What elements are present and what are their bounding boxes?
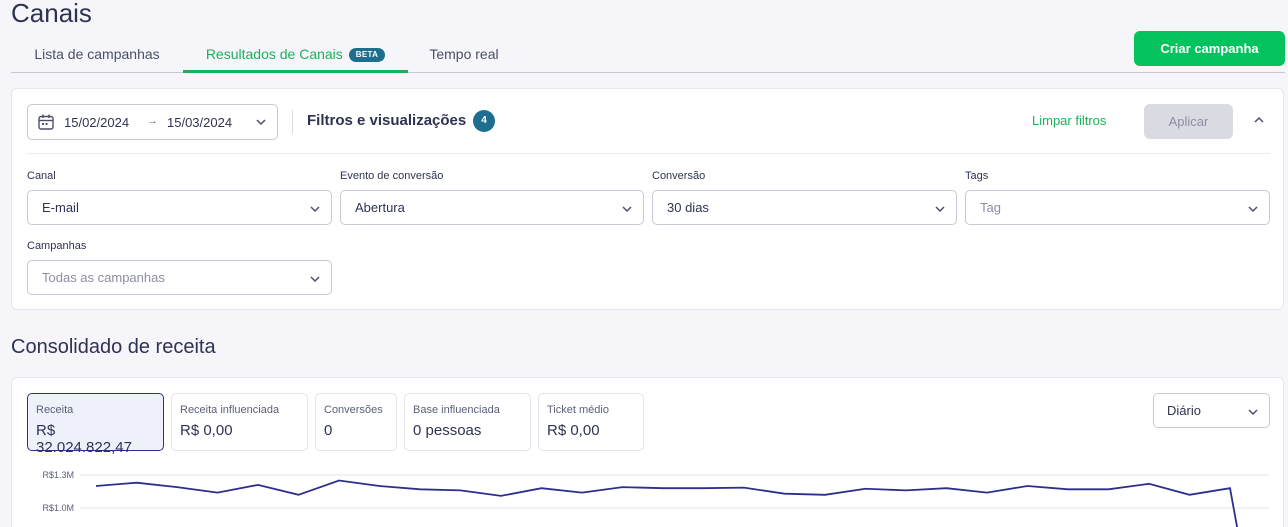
- metric-conversions[interactable]: Conversões 0: [315, 393, 397, 451]
- section-title: Consolidado de receita: [11, 336, 216, 358]
- tab-channel-results[interactable]: Resultados de Canais BETA: [183, 40, 408, 73]
- revenue-line-chart: R$1.3M R$1.0M: [42, 470, 1269, 527]
- metric-value: R$ 0,00: [180, 422, 233, 439]
- channel-value: E-mail: [42, 200, 79, 215]
- metric-value: R$ 0,00: [547, 422, 600, 439]
- clear-filters-link[interactable]: Limpar filtros: [1032, 113, 1106, 128]
- filters-card: 15/02/2024 → 15/03/2024 Filtros e visual…: [11, 88, 1284, 310]
- tab-real-time[interactable]: Tempo real: [408, 40, 520, 73]
- conversion-label: Conversão: [652, 170, 706, 182]
- tab-campaign-list[interactable]: Lista de campanhas: [11, 40, 183, 73]
- conversion-event-value: Abertura: [355, 200, 405, 215]
- metric-value: 0 pessoas: [413, 422, 482, 439]
- divider: [292, 110, 293, 134]
- chevron-down-icon: [310, 276, 320, 283]
- date-end: 15/03/2024: [167, 115, 233, 130]
- conversion-value: 30 dias: [667, 200, 709, 215]
- chevron-down-icon: [256, 119, 266, 126]
- metric-label: Receita: [36, 404, 74, 416]
- revenue-series-line: [95, 479, 1238, 527]
- tags-label: Tags: [965, 170, 989, 182]
- campaigns-select[interactable]: Todas as campanhas: [27, 260, 332, 295]
- metric-influenced-base[interactable]: Base influenciada 0 pessoas: [404, 393, 531, 451]
- campaigns-label: Campanhas: [27, 240, 87, 252]
- date-range-picker[interactable]: 15/02/2024 → 15/03/2024: [27, 104, 278, 140]
- metric-average-ticket[interactable]: Ticket médio R$ 0,00: [538, 393, 644, 451]
- tags-placeholder: Tag: [980, 200, 1001, 215]
- campaigns-placeholder: Todas as campanhas: [42, 270, 165, 285]
- tab-label: Tempo real: [429, 46, 499, 62]
- metric-label: Conversões: [324, 404, 383, 416]
- calendar-icon: [38, 114, 54, 130]
- metric-label: Receita influenciada: [180, 404, 280, 416]
- conversion-event-label: Evento de conversão: [340, 170, 444, 182]
- tab-bar: Lista de campanhas Resultados de Canais B…: [11, 40, 1285, 73]
- period-select[interactable]: Diário: [1153, 393, 1270, 428]
- metric-revenue[interactable]: Receita R$ 32.024.822,47: [27, 393, 164, 456]
- filters-count-badge: 4: [473, 110, 495, 132]
- tab-label: Resultados de Canais: [205, 46, 343, 62]
- beta-badge: BETA: [348, 48, 386, 62]
- arrow-right-icon: →: [147, 115, 158, 127]
- chevron-down-icon: [622, 206, 632, 213]
- metric-label: Ticket médio: [547, 404, 609, 416]
- y-tick-label: R$1.0M: [42, 503, 74, 513]
- period-value: Diário: [1167, 403, 1201, 418]
- metric-influenced-revenue[interactable]: Receita influenciada R$ 0,00: [171, 393, 308, 451]
- conversion-select[interactable]: 30 dias: [652, 190, 957, 225]
- create-campaign-button[interactable]: Criar campanha: [1134, 31, 1285, 66]
- y-tick-label: R$1.3M: [42, 470, 74, 480]
- chevron-down-icon: [310, 206, 320, 213]
- page-title: Canais: [11, 0, 92, 28]
- date-start: 15/02/2024: [64, 115, 130, 130]
- chevron-down-icon: [1248, 206, 1258, 213]
- apply-button[interactable]: Aplicar: [1144, 104, 1233, 139]
- divider: [27, 153, 1270, 154]
- metric-value: 0: [324, 422, 333, 439]
- chevron-down-icon: [935, 206, 945, 213]
- revenue-card: Receita R$ 32.024.822,47 Receita influen…: [11, 377, 1284, 527]
- metric-label: Base influenciada: [413, 404, 500, 416]
- chevron-down-icon: [1248, 409, 1258, 416]
- tags-select[interactable]: Tag: [965, 190, 1270, 225]
- conversion-event-select[interactable]: Abertura: [340, 190, 644, 225]
- chevron-up-icon[interactable]: [1252, 113, 1266, 127]
- filters-title: Filtros e visualizações: [307, 112, 467, 129]
- tab-label: Lista de campanhas: [34, 46, 160, 62]
- channel-select[interactable]: E-mail: [27, 190, 332, 225]
- metric-value: R$ 32.024.822,47: [36, 422, 132, 456]
- channel-label: Canal: [27, 170, 56, 182]
